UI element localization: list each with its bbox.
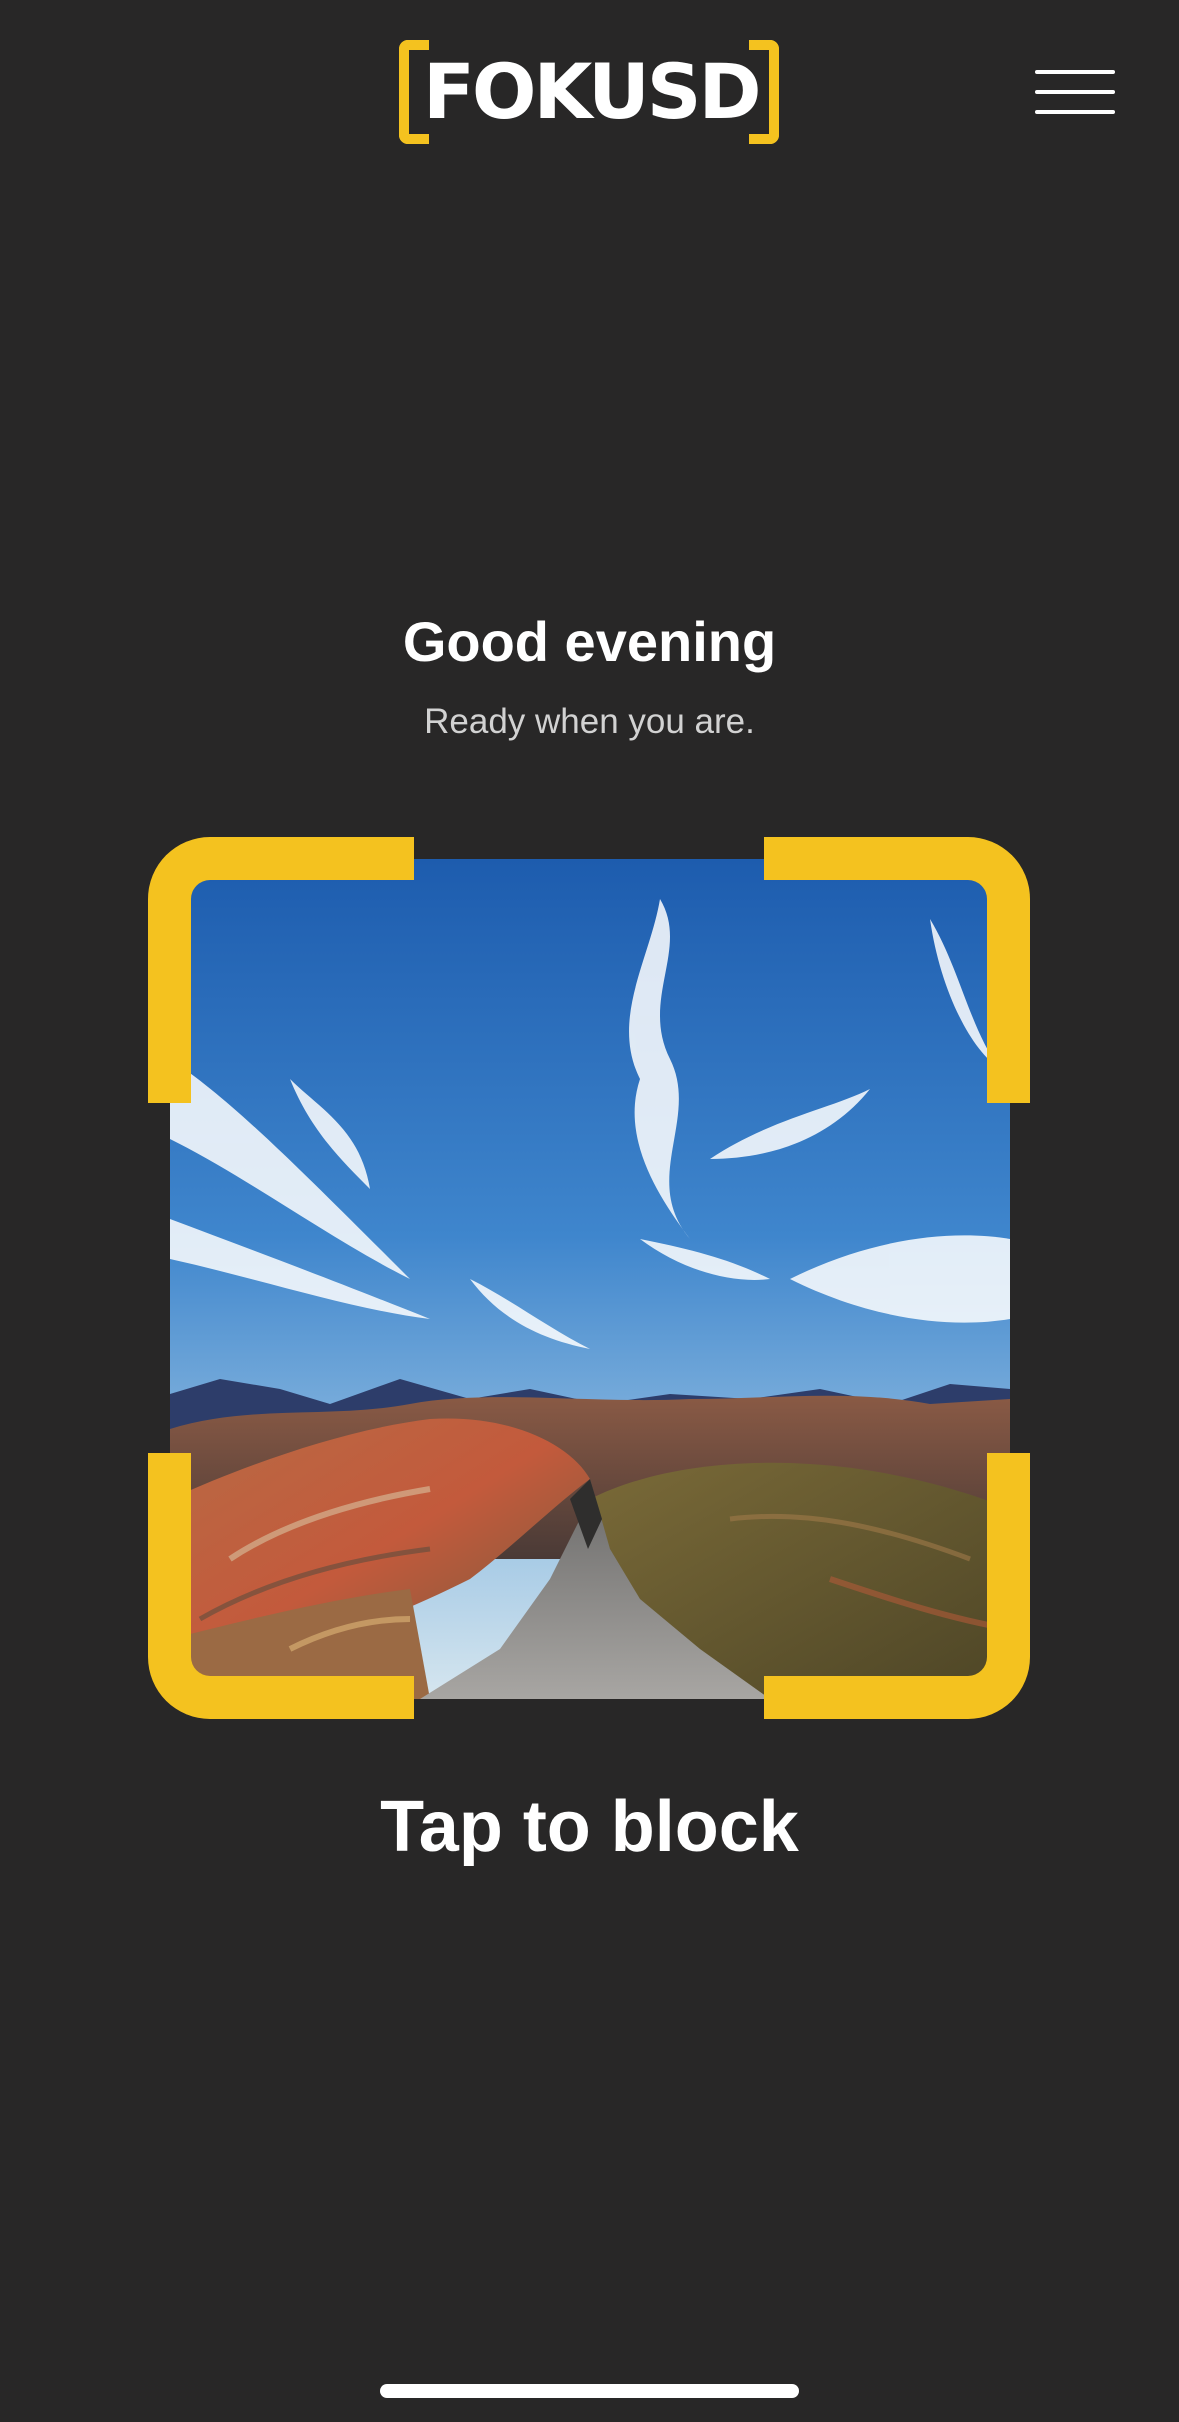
tap-to-block-button[interactable]: Tap to block — [0, 1780, 1179, 1874]
logo-bracket-right — [749, 40, 779, 144]
hamburger-menu-icon[interactable] — [1030, 66, 1120, 118]
logo-text: FOKUSD — [423, 47, 762, 136]
focus-corner-bottom-right — [764, 1453, 1030, 1719]
greeting-title: Good evening — [402, 610, 777, 673]
menu-line-bottom — [1035, 110, 1115, 114]
focus-corner-top-right — [764, 837, 1030, 1103]
focus-corner-bottom-left — [148, 1453, 414, 1719]
focus-frame-button[interactable] — [148, 837, 1030, 1719]
menu-line-middle — [1035, 90, 1115, 94]
fokusd-logo: FOKUSD — [399, 40, 779, 144]
greeting-subtitle: Ready when you are. — [424, 702, 755, 741]
home-indicator[interactable] — [380, 2384, 799, 2398]
focus-corner-top-left — [148, 837, 414, 1103]
menu-line-top — [1035, 70, 1115, 74]
